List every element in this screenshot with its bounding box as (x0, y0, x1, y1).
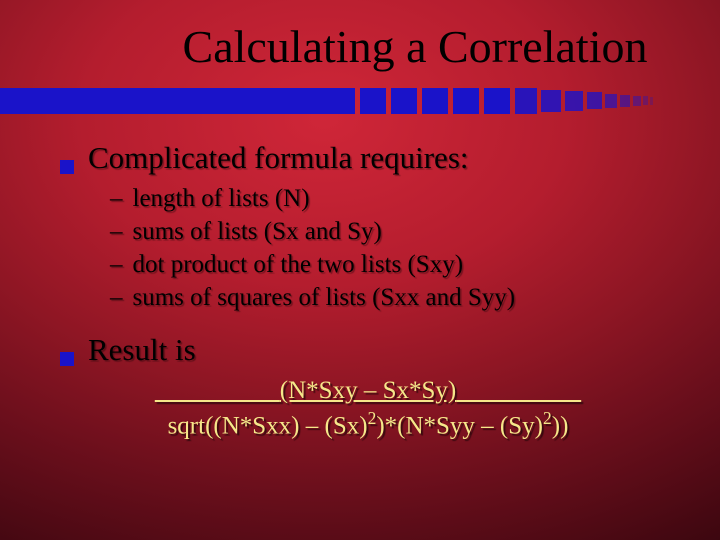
square-bullet-icon (60, 352, 74, 366)
sub-bullet-list: – length of lists (N) – sums of lists (S… (110, 182, 680, 314)
sub-bullet-text: dot product of the two lists (Sxy) (133, 248, 464, 281)
dash-icon: – (110, 182, 123, 215)
sub-bullet-text: length of lists (N) (133, 182, 310, 215)
formula-denominator: sqrt((N*Sxx) – (Sx)2)*(N*Syy – (Sy)2)) (108, 407, 628, 442)
sub-bullet-item: – length of lists (N) (110, 182, 680, 215)
bullet-text: Result is (88, 332, 196, 368)
square-bullet-icon (60, 160, 74, 174)
sub-bullet-item: – sums of lists (Sx and Sy) (110, 215, 680, 248)
formula: (N*Sxy – Sx*Sy) sqrt((N*Sxx) – (Sx)2)*(N… (108, 374, 680, 442)
bullet-item: Result is (60, 332, 680, 368)
dash-icon: – (110, 281, 123, 314)
slide-body: Complicated formula requires: – length o… (60, 140, 680, 442)
bullet-text: Complicated formula requires: (88, 140, 469, 176)
dash-icon: – (110, 248, 123, 281)
slide-title: Calculating a Correlation (0, 20, 720, 73)
dash-icon: – (110, 215, 123, 248)
sub-bullet-text: sums of lists (Sx and Sy) (133, 215, 382, 248)
sub-bullet-item: – sums of squares of lists (Sxx and Syy) (110, 281, 680, 314)
decorative-stripe (0, 88, 720, 114)
formula-numerator: (N*Sxy – Sx*Sy) (108, 374, 628, 407)
sub-bullet-text: sums of squares of lists (Sxx and Syy) (133, 281, 516, 314)
bullet-item: Complicated formula requires: (60, 140, 680, 176)
sub-bullet-item: – dot product of the two lists (Sxy) (110, 248, 680, 281)
